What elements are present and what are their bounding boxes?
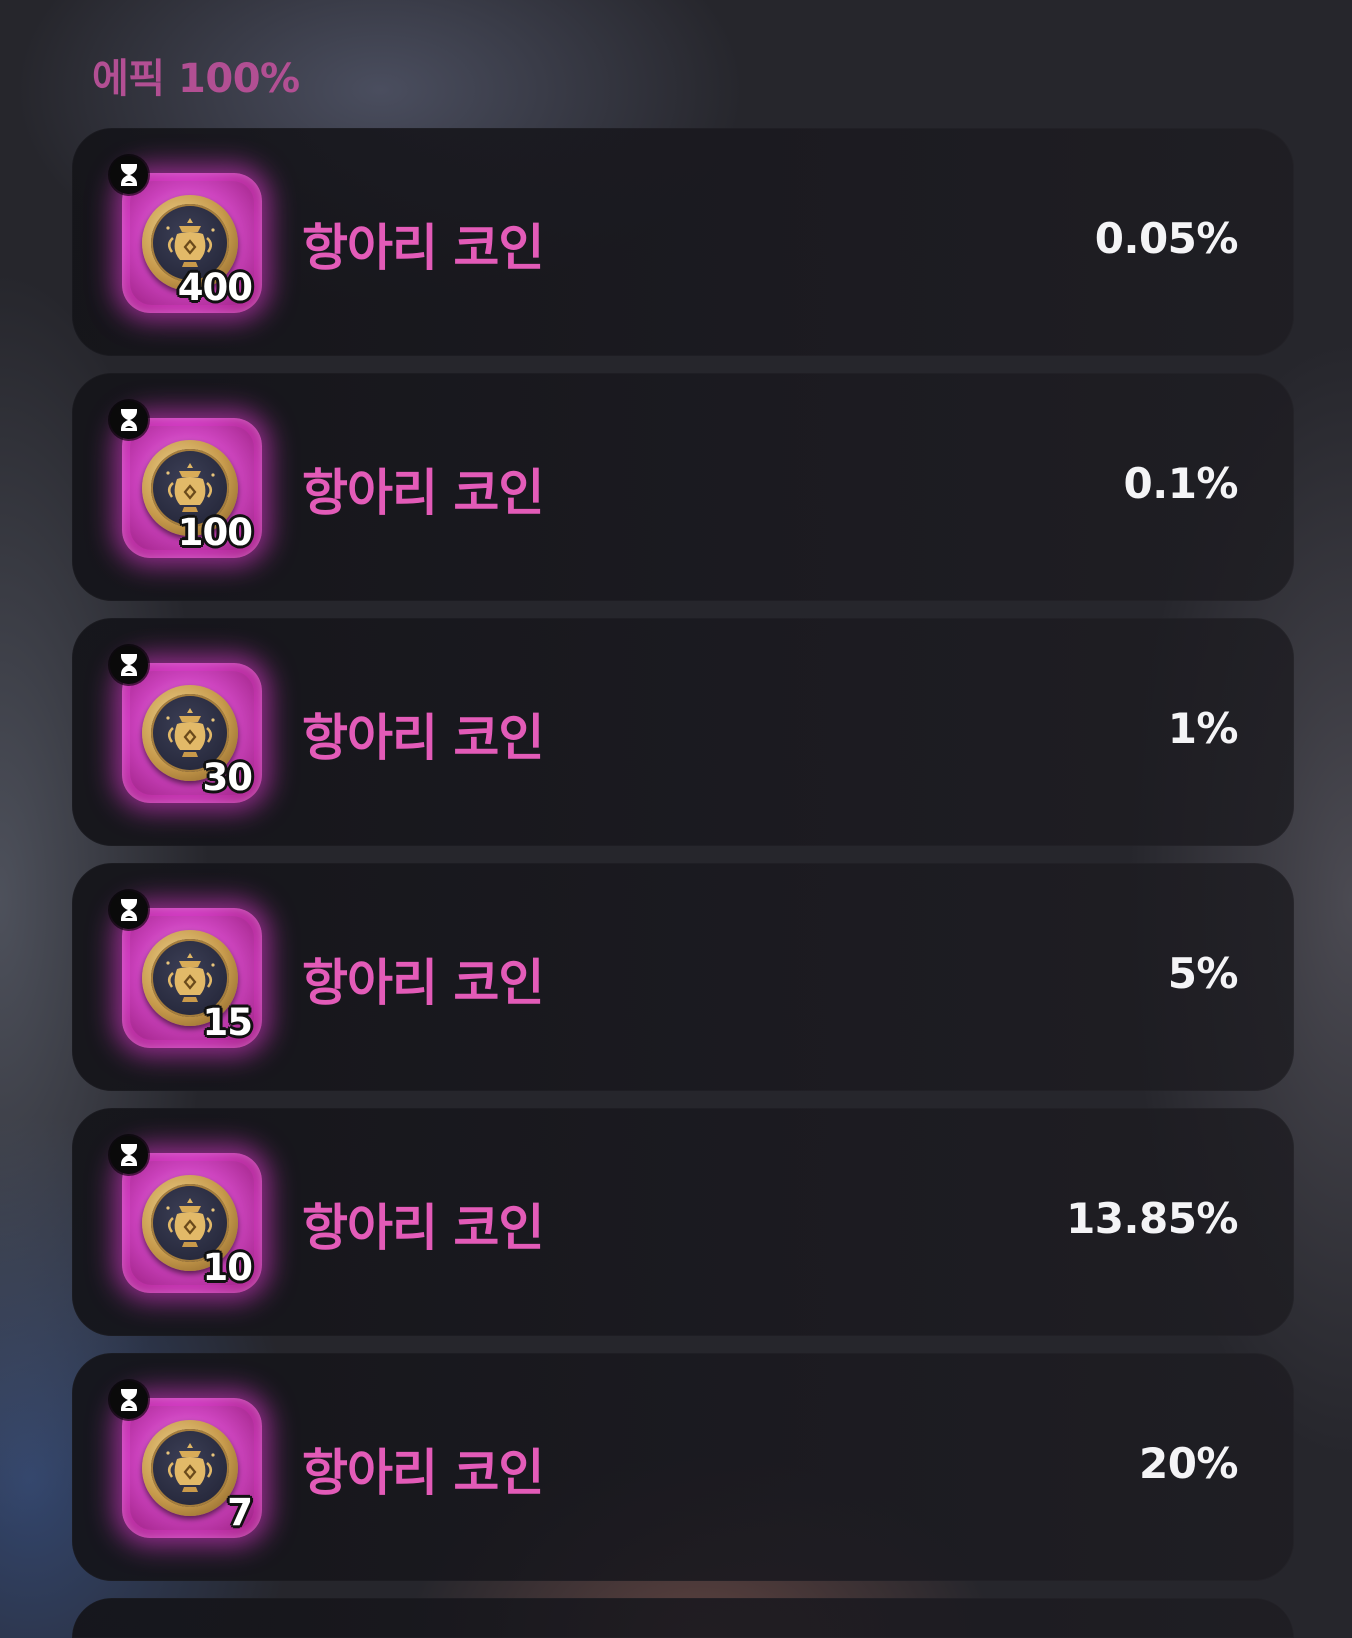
item-name: 항아리 코인 [302,1444,544,1502]
item-icon-container: 10 [110,1136,270,1306]
epic-tile: 30 [122,663,262,803]
item-probability: 13.85% [1066,1194,1238,1243]
hourglass-icon [110,401,148,439]
reward-item[interactable]: 10 항아리 코인 13.85% [72,1108,1294,1336]
hourglass-icon [110,646,148,684]
item-probability: 0.05% [1094,214,1239,263]
item-probability: 20% [1138,1439,1239,1488]
reward-item[interactable]: 7 항아리 코인 20% [72,1353,1294,1581]
epic-tile: 10 [122,1153,262,1293]
hourglass-icon [110,156,148,194]
reward-item[interactable]: 15 항아리 코인 5% [72,863,1294,1091]
epic-tile: 400 [122,173,262,313]
item-icon-container: 7 [110,1381,270,1551]
reward-item[interactable]: 100 항아리 코인 0.1% [72,373,1294,601]
reward-list: 400 항아리 코인 0.05% 100 항아리 코인 0.1% 30 항아리 … [72,128,1294,1638]
item-probability: 0.1% [1123,459,1239,508]
reward-item-partial[interactable] [72,1598,1294,1638]
item-quantity: 15 [202,1001,253,1044]
epic-tile: 7 [122,1398,262,1538]
item-quantity: 400 [177,266,253,309]
hourglass-icon [110,1381,148,1419]
item-name: 항아리 코인 [302,464,544,522]
jar-coin-icon [142,1420,238,1516]
hourglass-icon [110,891,148,929]
item-probability: 5% [1167,949,1239,998]
item-icon-container: 400 [110,156,270,326]
epic-tile: 100 [122,418,262,558]
reward-item[interactable]: 30 항아리 코인 1% [72,618,1294,846]
item-quantity: 10 [202,1246,253,1289]
item-quantity: 30 [202,756,253,799]
reward-item[interactable]: 400 항아리 코인 0.05% [72,128,1294,356]
item-name: 항아리 코인 [302,1199,544,1257]
item-probability: 1% [1167,704,1239,753]
item-name: 항아리 코인 [302,954,544,1012]
item-icon-container: 15 [110,891,270,1061]
epic-tile: 15 [122,908,262,1048]
hourglass-icon [110,1136,148,1174]
item-icon-container: 30 [110,646,270,816]
item-icon-container: 100 [110,401,270,571]
item-quantity: 7 [227,1491,253,1534]
item-name: 항아리 코인 [302,219,544,277]
item-name: 항아리 코인 [302,709,544,767]
item-quantity: 100 [177,511,253,554]
section-title: 에픽 100% [92,56,300,102]
